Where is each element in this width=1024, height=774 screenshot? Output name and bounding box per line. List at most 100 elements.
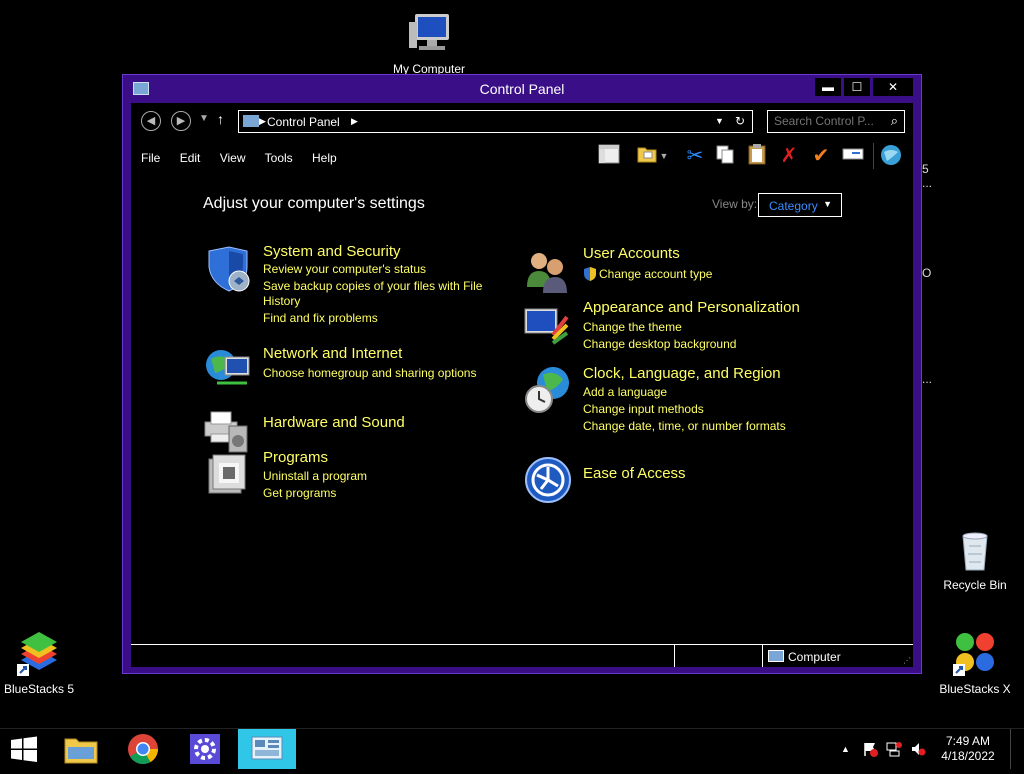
breadcrumb-chevron-icon[interactable]: ▶ bbox=[351, 116, 358, 127]
category-title-system-security[interactable]: System and Security bbox=[263, 243, 401, 260]
category-title-user-accounts[interactable]: User Accounts bbox=[583, 245, 680, 262]
back-arrow-icon[interactable]: ◀ bbox=[141, 111, 161, 131]
folder-icon bbox=[64, 738, 98, 764]
menu-help[interactable]: Help bbox=[312, 151, 337, 165]
computer-icon bbox=[405, 10, 453, 58]
settings-taskbar-button[interactable] bbox=[176, 729, 234, 769]
appearance-icon bbox=[523, 303, 573, 353]
windows-logo-icon bbox=[11, 736, 37, 762]
category-title-clock-language[interactable]: Clock, Language, and Region bbox=[583, 365, 781, 382]
copy-icon[interactable] bbox=[713, 143, 737, 169]
recycle-bin-icon bbox=[951, 526, 999, 574]
refresh-icon[interactable]: ↻ bbox=[735, 114, 745, 128]
link-change-background[interactable]: Change desktop background bbox=[583, 337, 736, 351]
search-icon[interactable]: ⌕ bbox=[891, 113, 898, 129]
search-input[interactable] bbox=[774, 114, 882, 128]
link-change-date-formats[interactable]: Change date, time, or number formats bbox=[583, 419, 786, 433]
chrome-icon bbox=[128, 734, 158, 765]
link-get-programs[interactable]: Get programs bbox=[263, 486, 336, 500]
layout-pane-icon[interactable] bbox=[597, 143, 621, 169]
folder-options-icon[interactable] bbox=[635, 143, 659, 169]
network-globe-icon bbox=[203, 345, 253, 395]
status-bar: Computer ⋰ bbox=[131, 644, 913, 667]
computer-icon bbox=[768, 650, 784, 662]
close-button[interactable]: ✕ bbox=[873, 78, 913, 96]
breadcrumb-separator-icon[interactable]: ▶ bbox=[259, 116, 266, 127]
recent-locations-chevron-icon[interactable]: ▼ bbox=[199, 113, 209, 124]
bluestacksx-desktop-icon[interactable]: BlueStacks X bbox=[930, 630, 1020, 696]
gear-icon bbox=[190, 734, 220, 764]
menu-view[interactable]: View bbox=[220, 151, 246, 165]
category-title-hardware-sound[interactable]: Hardware and Sound bbox=[263, 414, 405, 431]
resize-grip-icon[interactable]: ⋰ bbox=[903, 656, 911, 665]
show-hidden-icons-chevron-icon[interactable]: ▲ bbox=[841, 744, 850, 754]
category-title-network-internet[interactable]: Network and Internet bbox=[263, 345, 402, 362]
category-title-ease-of-access[interactable]: Ease of Access bbox=[583, 465, 686, 482]
link-backup-files[interactable]: Save backup copies of your files with Fi… bbox=[263, 279, 482, 293]
cut-icon[interactable]: ✂ bbox=[683, 143, 707, 169]
delete-icon[interactable]: ✗ bbox=[777, 143, 801, 169]
menu-bar: File Edit View Tools Help bbox=[141, 151, 353, 171]
system-clock[interactable]: 7:49 AM 4/18/2022 bbox=[938, 734, 998, 764]
partial-desktop-label: ... bbox=[922, 176, 933, 190]
status-divider bbox=[674, 645, 675, 667]
category-network-internet: Network and Internet Choose homegroup an… bbox=[203, 345, 503, 395]
volume-muted-icon[interactable] bbox=[910, 741, 926, 760]
up-arrow-icon[interactable]: ↑ bbox=[217, 111, 224, 127]
view-by-label: View by: bbox=[712, 197, 758, 211]
minimize-button[interactable]: ▬ bbox=[815, 78, 841, 96]
folder-options-chevron-icon[interactable]: ▼ bbox=[657, 143, 671, 169]
link-backup-files-cont[interactable]: History bbox=[263, 294, 300, 308]
link-homegroup[interactable]: Choose homegroup and sharing options bbox=[263, 366, 476, 380]
properties-check-icon[interactable]: ✔ bbox=[809, 143, 833, 169]
clock-globe-icon bbox=[523, 365, 573, 415]
link-find-fix[interactable]: Find and fix problems bbox=[263, 311, 378, 325]
chrome-taskbar-button[interactable] bbox=[114, 729, 172, 769]
category-system-security: System and Security Review your computer… bbox=[203, 243, 503, 345]
view-by-value: Category bbox=[769, 199, 818, 213]
category-title-programs[interactable]: Programs bbox=[263, 449, 328, 466]
link-uninstall[interactable]: Uninstall a program bbox=[263, 469, 367, 483]
clock-date: 4/18/2022 bbox=[941, 749, 995, 763]
maximize-button[interactable]: ☐ bbox=[844, 78, 870, 96]
search-box[interactable]: ⌕ bbox=[767, 110, 905, 133]
window-title: Control Panel bbox=[479, 81, 565, 97]
link-change-account-type[interactable]: Change account type bbox=[599, 267, 712, 281]
uac-shield-icon bbox=[583, 267, 597, 284]
window-content: ◀ ▶ ▼ ↑ ▶ Control Panel ▶ ▼ ↻ ⌕ bbox=[131, 103, 913, 667]
category-title-appearance[interactable]: Appearance and Personalization bbox=[583, 299, 800, 316]
address-bar[interactable]: ▶ Control Panel ▶ ▼ ↻ bbox=[238, 110, 753, 133]
menu-tools[interactable]: Tools bbox=[265, 151, 293, 165]
navigation-bar: ◀ ▶ ▼ ↑ ▶ Control Panel ▶ ▼ ↻ ⌕ bbox=[131, 109, 913, 135]
recycle-bin-desktop-icon[interactable]: Recycle Bin bbox=[930, 526, 1020, 592]
control-panel-taskbar-button[interactable] bbox=[238, 729, 296, 769]
title-bar[interactable]: Control Panel ▬ ☐ ✕ bbox=[123, 75, 921, 103]
link-change-input[interactable]: Change input methods bbox=[583, 402, 704, 416]
link-change-theme[interactable]: Change the theme bbox=[583, 320, 682, 334]
globe-icon[interactable] bbox=[879, 143, 903, 169]
view-by-select[interactable]: Category ▼ bbox=[758, 193, 842, 217]
bluestacks5-label: BlueStacks 5 bbox=[3, 682, 75, 696]
address-dropdown-icon[interactable]: ▼ bbox=[715, 116, 724, 126]
menu-edit[interactable]: Edit bbox=[180, 151, 201, 165]
programs-icon bbox=[203, 449, 253, 499]
link-add-language[interactable]: Add a language bbox=[583, 385, 667, 399]
file-explorer-taskbar-button[interactable] bbox=[52, 729, 110, 769]
recycle-bin-label: Recycle Bin bbox=[943, 578, 1007, 592]
category-programs: Programs Uninstall a program Get program… bbox=[203, 449, 503, 500]
paste-icon[interactable] bbox=[745, 143, 769, 169]
start-button[interactable] bbox=[0, 729, 48, 769]
breadcrumb-control-panel[interactable]: Control Panel bbox=[267, 115, 340, 129]
user-accounts-icon bbox=[523, 249, 573, 299]
my-computer-desktop-icon[interactable]: My Computer bbox=[384, 10, 474, 76]
forward-arrow-icon[interactable]: ▶ bbox=[171, 111, 191, 131]
action-center-flag-icon[interactable] bbox=[862, 741, 878, 760]
partial-desktop-label: ... bbox=[922, 372, 933, 386]
link-review-status[interactable]: Review your computer's status bbox=[263, 262, 426, 276]
bluestacks5-desktop-icon[interactable]: BlueStacks 5 bbox=[0, 630, 84, 696]
menu-file[interactable]: File bbox=[141, 151, 160, 165]
control-panel-icon bbox=[251, 736, 283, 760]
network-icon[interactable] bbox=[886, 741, 902, 760]
show-desktop-button[interactable] bbox=[1010, 729, 1011, 769]
rename-icon[interactable] bbox=[841, 143, 865, 169]
